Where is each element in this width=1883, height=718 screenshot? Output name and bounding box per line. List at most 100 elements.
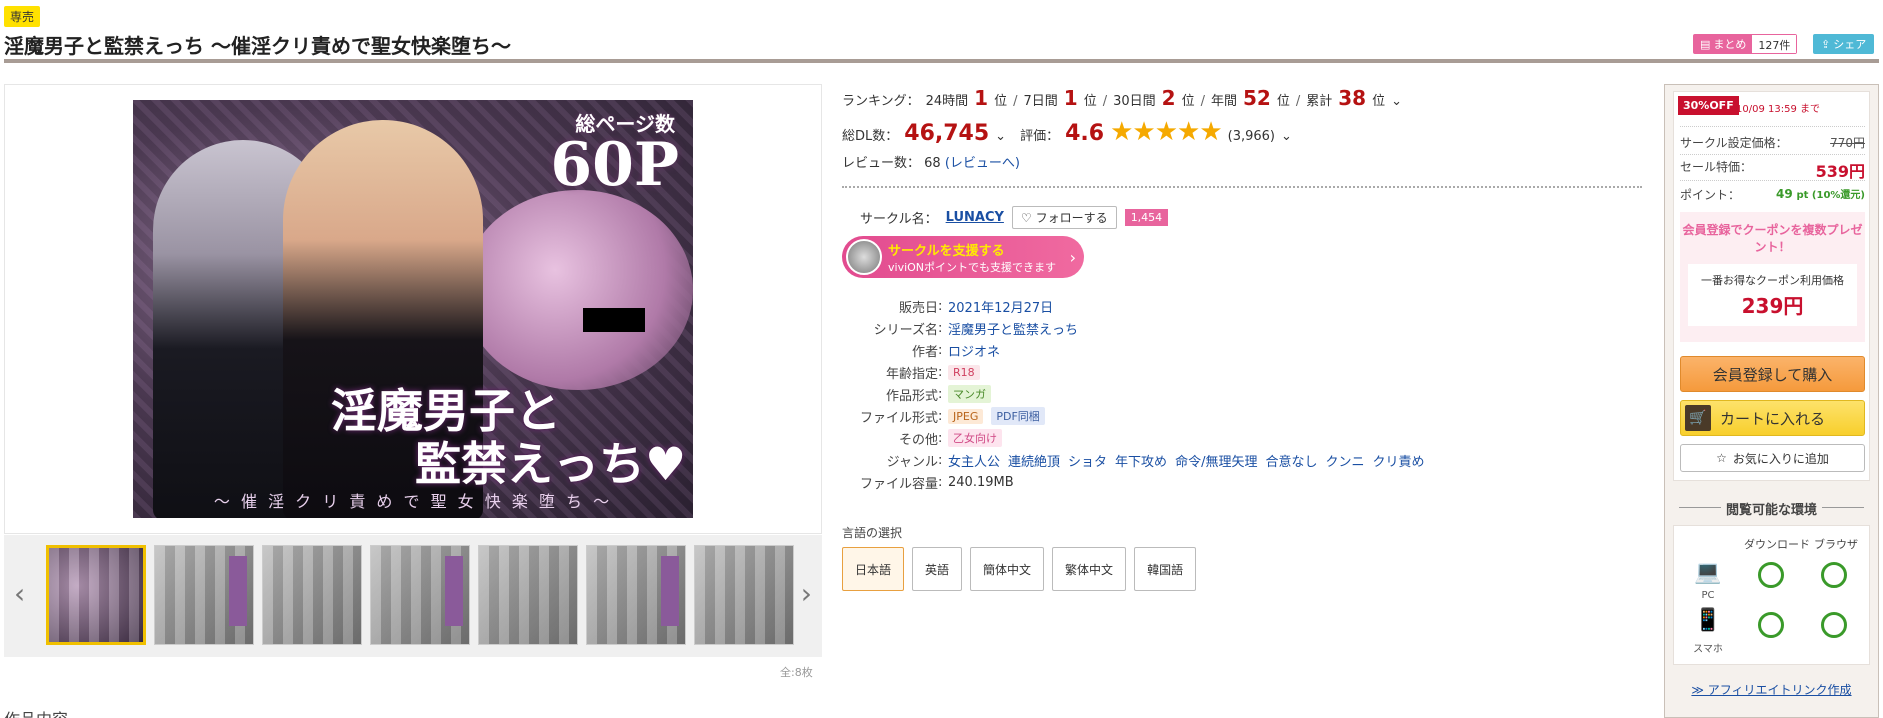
ranking-expand-icon[interactable]: ⌄ xyxy=(1391,94,1402,109)
downloads-label: 総DL数： xyxy=(842,129,899,144)
support-line2: viviONポイントでも支援できます xyxy=(888,260,1057,274)
thumbnail-item[interactable] xyxy=(478,545,578,645)
language-option-zh-hans[interactable]: 簡体中文 xyxy=(970,547,1045,591)
language-option-zh-hant[interactable]: 繁体中文 xyxy=(1052,547,1127,591)
ranking-label: ランキング： xyxy=(842,94,920,109)
age-tag[interactable]: R18 xyxy=(948,364,980,380)
circle-row: サークル名： LUNACY ♡ フォローする 1,454 xyxy=(860,206,1169,229)
env-phone-label: スマホ xyxy=(1693,644,1723,655)
pc-browser-ok-icon xyxy=(1821,562,1847,588)
downloads-expand-icon[interactable]: ⌄ xyxy=(995,129,1006,144)
ranking-value-7d: 1 xyxy=(1063,86,1078,110)
spec-key: 作者 xyxy=(911,344,938,360)
price-card: 30%OFF 10/09 13:59 まで サークル設定価格： 770円 セール… xyxy=(1673,91,1870,481)
format-tag[interactable]: マンガ xyxy=(948,385,991,403)
cover-title-line2: 監禁えっち♥ xyxy=(415,437,687,491)
rating-stars-icon: ★★★★★ xyxy=(1110,117,1223,147)
file-tag-pdf[interactable]: PDF同梱 xyxy=(991,407,1045,425)
follow-button[interactable]: ♡ フォローする xyxy=(1011,206,1117,229)
genre-link[interactable]: ショタ xyxy=(1068,451,1107,470)
thumbnail-strip: ‹ › xyxy=(4,535,822,657)
rating-expand-icon[interactable]: ⌄ xyxy=(1281,129,1292,144)
thumbnail-pattern xyxy=(49,548,143,642)
spec-file: ファイル形式: JPEG PDF同梱 xyxy=(842,405,1425,427)
thumbnail-item[interactable] xyxy=(262,545,362,645)
cart-icon: 🛒 xyxy=(1685,405,1711,431)
genre-link[interactable]: 合意なし xyxy=(1265,451,1317,470)
file-size: 240.19MB xyxy=(948,474,1014,490)
matome-count: 127件 xyxy=(1752,35,1797,53)
support-line1: サークルを支援する xyxy=(888,243,1005,259)
discount-badge: 30%OFF xyxy=(1678,96,1739,115)
spec-key: 年齢指定 xyxy=(885,366,938,382)
genre-link[interactable]: 年下攻め xyxy=(1115,451,1167,470)
genre-link[interactable]: クンニ xyxy=(1325,451,1364,470)
thumbnail-next-icon[interactable]: › xyxy=(801,577,812,610)
rating-count: (3,966) xyxy=(1227,129,1275,144)
register-and-buy-button[interactable]: 会員登録して購入 xyxy=(1680,356,1865,392)
spec-key: 販売日 xyxy=(898,300,938,316)
other-tag[interactable]: 乙女向け xyxy=(948,429,1002,447)
matome-button[interactable]: ▤ まとめ 127件 xyxy=(1693,34,1798,54)
language-label: 言語の選択 xyxy=(842,526,903,540)
exclusive-badge: 専売 xyxy=(4,6,41,27)
reviews-link[interactable]: (レビューへ) xyxy=(945,156,1020,171)
cover-image[interactable]: 総ページ数 60P 淫魔男子と 監禁えっち♥ ～ 催 淫 ク リ 責 め で 聖… xyxy=(133,100,693,518)
thumbnail-item[interactable] xyxy=(370,545,470,645)
thumbnail-item[interactable] xyxy=(586,545,686,645)
coupon-price: 239円 xyxy=(1741,294,1804,318)
reviews-label: レビュー数： xyxy=(842,156,921,171)
censor-bar xyxy=(583,308,645,332)
add-to-cart-label: カートに入れる xyxy=(1719,409,1825,428)
spec-genre: ジャンル: 女主人公 連続絶頂 ショタ 年下攻め 命令/無理矢理 合意なし クン… xyxy=(842,449,1425,471)
genre-link[interactable]: 連続絶頂 xyxy=(1008,451,1060,470)
coupon-banner[interactable]: 会員登録でクーポンを複数プレゼント！ 一番お得なクーポン利用価格 239円 xyxy=(1680,212,1865,342)
circle-name-link[interactable]: LUNACY xyxy=(946,210,1004,225)
matome-icon: ▤ xyxy=(1700,37,1711,51)
thumbnail-pattern xyxy=(479,546,577,644)
thumbnail-item[interactable] xyxy=(694,545,794,645)
list-price-label: サークル設定価格： xyxy=(1680,136,1788,150)
pc-download-ok-icon xyxy=(1758,562,1784,588)
language-option-ko[interactable]: 韓国語 xyxy=(1134,547,1197,591)
env-col-download: ダウンロード xyxy=(1744,538,1810,551)
release-date-link[interactable]: 2021年12月27日 xyxy=(948,297,1053,316)
genre-link[interactable]: 命令/無理矢理 xyxy=(1175,451,1257,470)
sale-price-label: セール特価： xyxy=(1680,160,1753,174)
language-option-ja[interactable]: 日本語 xyxy=(842,547,905,591)
stats-row: 総DL数： 46,745 ⌄ 評価： 4.6 ★★★★★ (3,966) ⌄ xyxy=(842,117,1292,147)
follow-count: 1,454 xyxy=(1124,209,1169,226)
genre-link[interactable]: 女主人公 xyxy=(948,451,1000,470)
purchase-panel: 30%OFF 10/09 13:59 まで サークル設定価格： 770円 セール… xyxy=(1664,84,1879,718)
matome-label: まとめ xyxy=(1713,38,1747,51)
support-circle-banner[interactable]: サークルを支援する viviONポイントでも支援できます › xyxy=(842,236,1084,278)
environment-table: ダウンロード ブラウザ 💻 PC 📱 スマホ xyxy=(1673,525,1870,665)
env-col-browser: ブラウザ xyxy=(1814,538,1858,551)
spec-key: シリーズ名 xyxy=(873,322,938,338)
point-suffix: pt (10%還元) xyxy=(1796,190,1866,201)
ranking-period-7d: 7日間 xyxy=(1023,94,1058,109)
series-link[interactable]: 淫魔男子と監禁えっち xyxy=(948,319,1078,338)
phone-download-ok-icon xyxy=(1758,612,1784,638)
rating-label: 評価： xyxy=(1020,129,1060,144)
discount-deadline: 10/09 13:59 まで xyxy=(1736,104,1820,115)
share-button[interactable]: ⇪ シェア xyxy=(1813,34,1875,54)
thumbnail-item[interactable] xyxy=(46,545,146,645)
point-row: ポイント： 49 pt (10%還元) xyxy=(1680,186,1865,203)
affiliate-link[interactable]: ≫ アフィリエイトリンク作成 xyxy=(1673,681,1870,698)
language-option-en[interactable]: 英語 xyxy=(912,547,963,591)
rating-value: 4.6 xyxy=(1065,121,1105,146)
spec-author: 作者: ロジオネ xyxy=(842,339,1425,361)
thumbnail-pattern xyxy=(695,546,793,644)
add-to-favorites-button[interactable]: ☆ お気に入りに追加 xyxy=(1680,444,1865,472)
ranking-value-24h: 1 xyxy=(974,86,989,110)
env-pc-label: PC xyxy=(1701,590,1715,601)
file-tag-jpeg[interactable]: JPEG xyxy=(948,408,984,424)
genre-link[interactable]: クリ責め xyxy=(1372,451,1424,470)
add-to-cart-button[interactable]: 🛒 カートに入れる xyxy=(1680,400,1865,436)
author-link[interactable]: ロジオネ xyxy=(948,341,1000,360)
ranking-period-total: 累計 xyxy=(1306,94,1333,109)
spec-key: ファイル容量 xyxy=(859,476,938,492)
thumbnail-item[interactable] xyxy=(154,545,254,645)
thumbnail-prev-icon[interactable]: ‹ xyxy=(14,577,25,610)
